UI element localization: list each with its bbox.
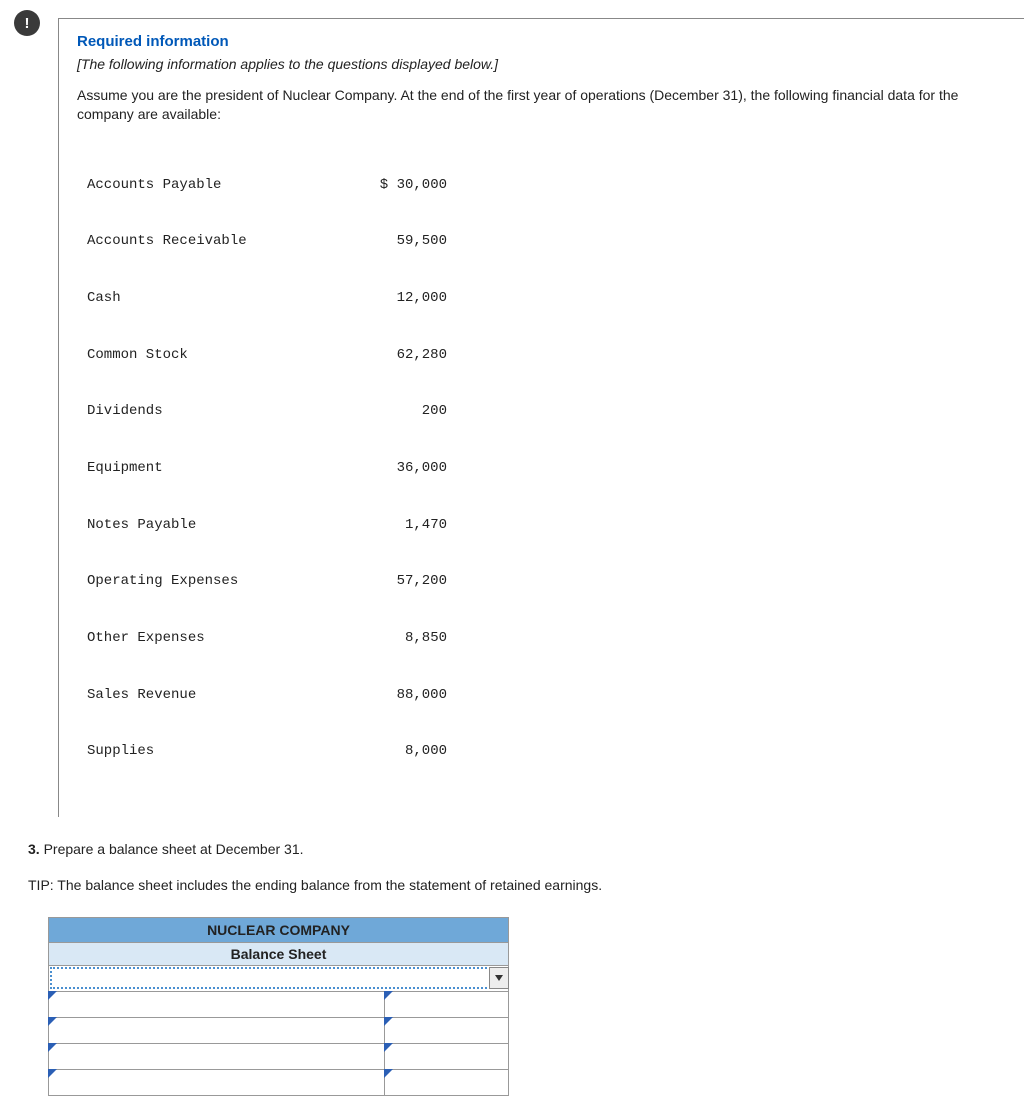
entry-row bbox=[49, 1043, 509, 1069]
required-heading: Required information bbox=[77, 33, 1006, 50]
financial-data-table: Accounts Payable$ 30,000 Accounts Receiv… bbox=[87, 138, 1006, 799]
tip-line: TIP: The balance sheet includes the endi… bbox=[28, 877, 1024, 893]
answer-header-title: Balance Sheet bbox=[49, 942, 509, 965]
section-select-input[interactable] bbox=[50, 967, 507, 989]
chevron-down-icon bbox=[495, 975, 503, 981]
table-row: Common Stock62,280 bbox=[87, 346, 1006, 365]
question-text: Prepare a balance sheet at December 31. bbox=[44, 841, 304, 857]
question-number: 3. bbox=[28, 841, 40, 857]
table-row: Accounts Receivable59,500 bbox=[87, 232, 1006, 251]
exclamation-icon: ! bbox=[14, 10, 40, 36]
corner-handle-icon bbox=[48, 1043, 57, 1052]
corner-handle-icon bbox=[384, 1043, 393, 1052]
entry-row bbox=[49, 1017, 509, 1043]
question-block: 3. Prepare a balance sheet at December 3… bbox=[28, 841, 1024, 1096]
section-select-cell[interactable] bbox=[49, 965, 509, 991]
amount-cell[interactable] bbox=[385, 1017, 509, 1043]
question-line: 3. Prepare a balance sheet at December 3… bbox=[28, 841, 1024, 857]
table-row: Operating Expenses57,200 bbox=[87, 572, 1006, 591]
table-row: Accounts Payable$ 30,000 bbox=[87, 176, 1006, 195]
entry-row bbox=[49, 991, 509, 1017]
table-row: Sales Revenue88,000 bbox=[87, 686, 1006, 705]
account-cell[interactable] bbox=[49, 991, 385, 1017]
amount-cell[interactable] bbox=[385, 991, 509, 1017]
corner-handle-icon bbox=[384, 1069, 393, 1078]
account-cell[interactable] bbox=[49, 1017, 385, 1043]
entry-row bbox=[49, 1069, 509, 1095]
required-info-box: Required information [The following info… bbox=[58, 18, 1024, 817]
table-row: Equipment36,000 bbox=[87, 459, 1006, 478]
corner-handle-icon bbox=[384, 1017, 393, 1026]
table-row: Supplies8,000 bbox=[87, 742, 1006, 761]
table-row: Cash12,000 bbox=[87, 289, 1006, 308]
table-row: Notes Payable1,470 bbox=[87, 516, 1006, 535]
italic-note: [The following information applies to th… bbox=[77, 56, 1006, 72]
scenario-text: Assume you are the president of Nuclear … bbox=[77, 86, 1006, 124]
corner-handle-icon bbox=[48, 1069, 57, 1078]
answer-balance-sheet-table: NUCLEAR COMPANY Balance Sheet bbox=[48, 917, 509, 1096]
answer-header-company: NUCLEAR COMPANY bbox=[49, 917, 509, 942]
corner-handle-icon bbox=[48, 991, 57, 1000]
dropdown-button[interactable] bbox=[489, 967, 509, 989]
account-cell[interactable] bbox=[49, 1043, 385, 1069]
info-badge: ! bbox=[14, 10, 40, 36]
table-row: Other Expenses8,850 bbox=[87, 629, 1006, 648]
amount-cell[interactable] bbox=[385, 1043, 509, 1069]
account-cell[interactable] bbox=[49, 1069, 385, 1095]
corner-handle-icon bbox=[384, 991, 393, 1000]
table-row: Dividends200 bbox=[87, 402, 1006, 421]
amount-cell[interactable] bbox=[385, 1069, 509, 1095]
corner-handle-icon bbox=[48, 1017, 57, 1026]
